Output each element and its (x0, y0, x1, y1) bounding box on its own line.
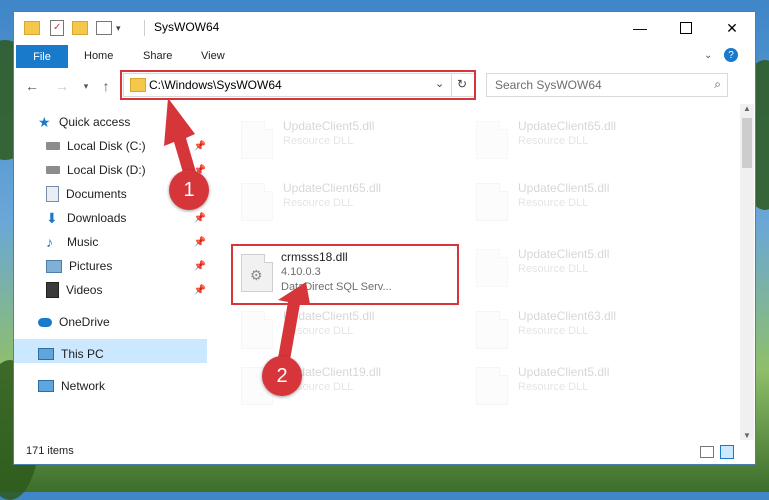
arrow-step-1 (164, 98, 196, 176)
step-badge-1: 1 (169, 170, 209, 210)
arrow-step-2 (278, 282, 310, 360)
annotation-arrows (164, 98, 310, 360)
step-badge-2: 2 (262, 356, 302, 396)
